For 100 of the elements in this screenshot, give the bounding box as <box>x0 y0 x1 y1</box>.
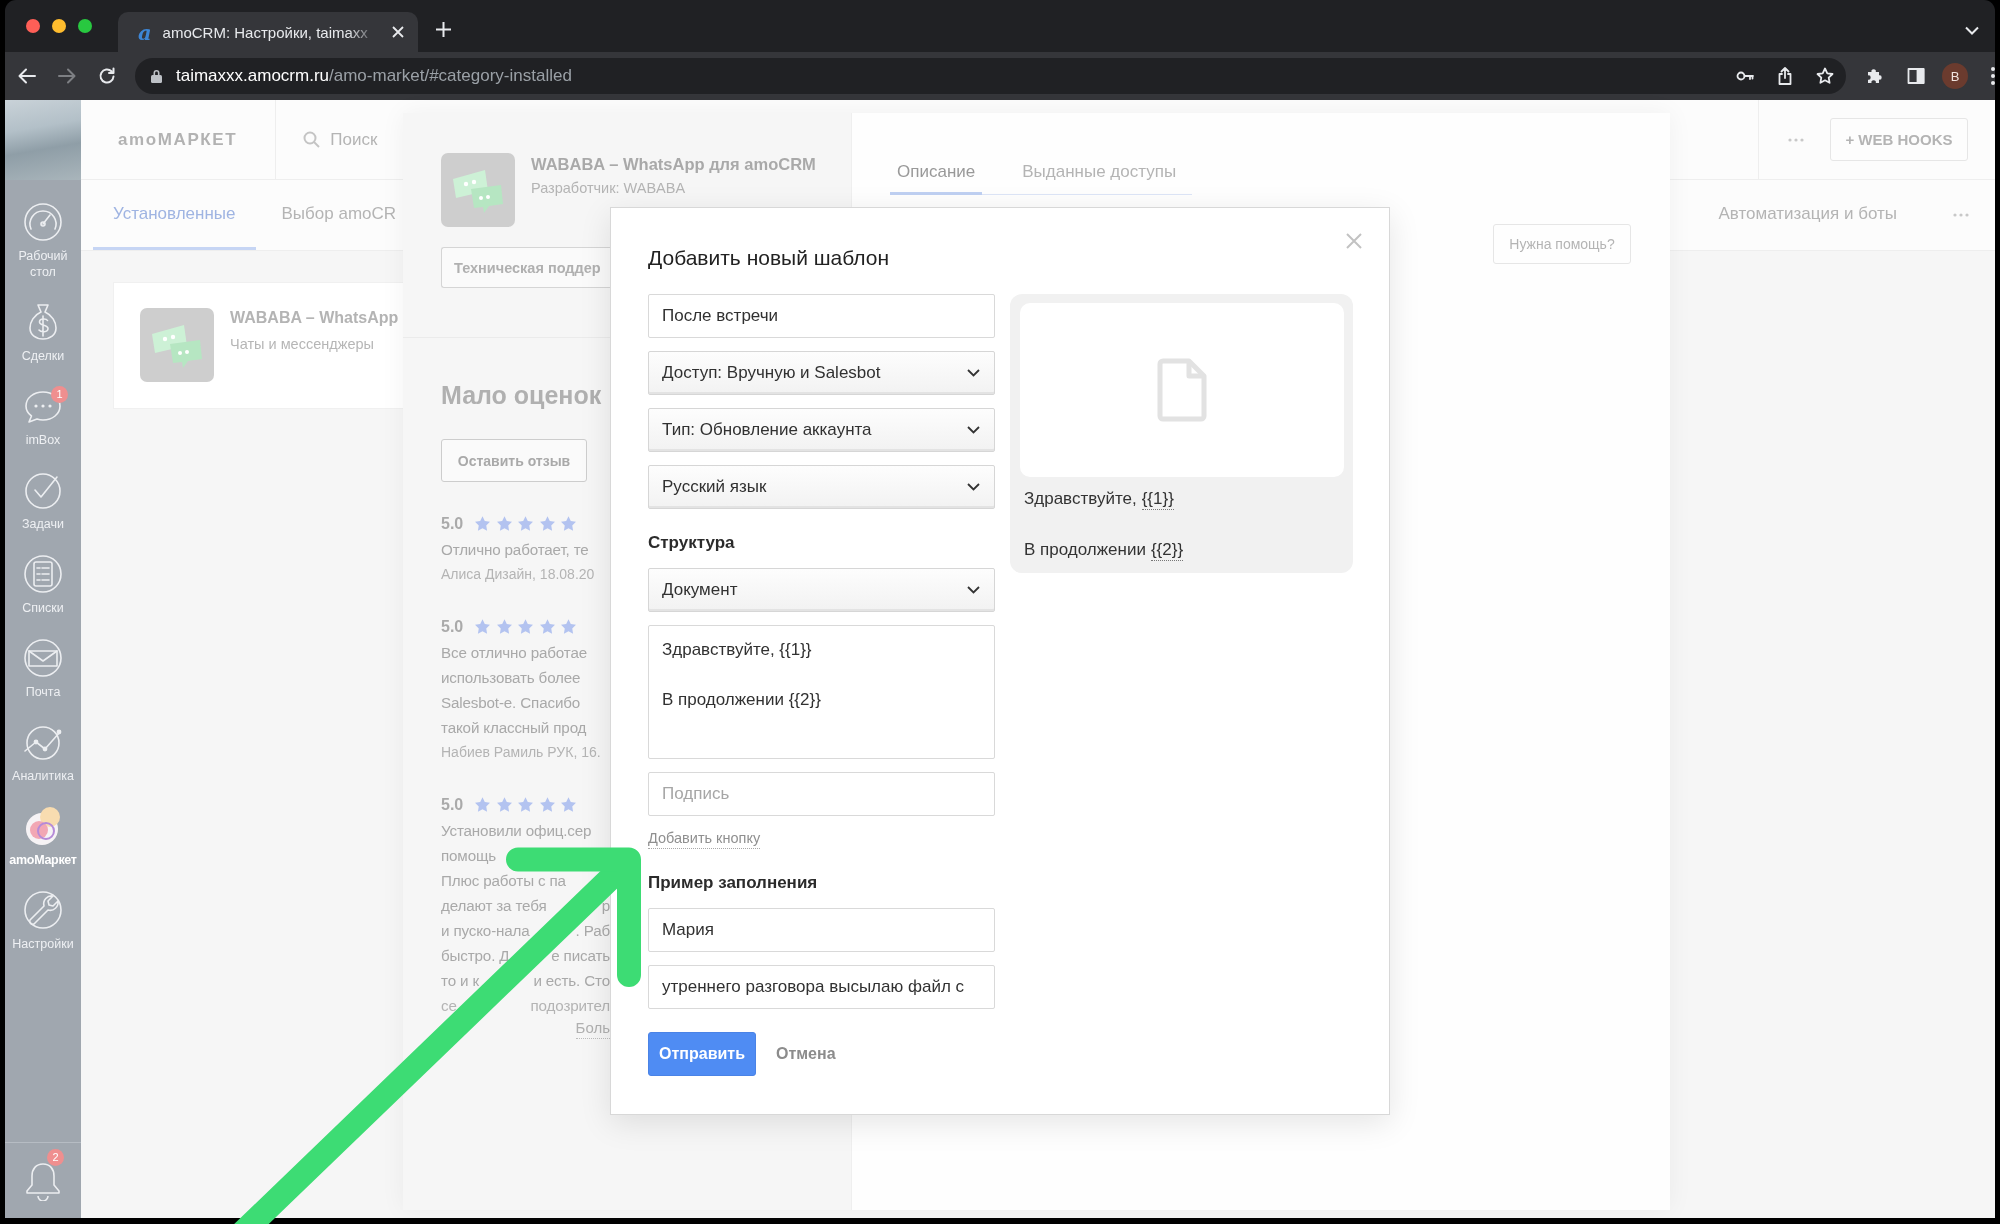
category-tab[interactable]: Установленные <box>93 180 256 250</box>
notification-badge: 2 <box>47 1148 64 1166</box>
window-minimize-icon[interactable] <box>52 19 66 33</box>
blob-circle-icon <box>23 806 63 846</box>
panel-tab[interactable]: Описание <box>890 162 983 195</box>
sidebar-item[interactable]: amoМаркет <box>5 806 81 868</box>
review-author: Алиса Дизайн, 18.08.20 <box>441 565 595 584</box>
tab-favicon: a <box>138 21 152 43</box>
chevron-down-icon <box>967 483 980 491</box>
dropdown[interactable]: Документ <box>648 568 995 612</box>
plus-icon[interactable] <box>436 22 451 37</box>
section-heading: Структура <box>648 532 735 554</box>
variable-tag: {{2}} <box>1150 540 1184 561</box>
envelope-icon <box>23 638 63 678</box>
rating-score: 5.0 <box>441 514 464 533</box>
review-text: и есть. Сто <box>533 971 610 991</box>
preview-text: В продолжении <box>1024 539 1146 561</box>
sidebar-item[interactable]: Почта <box>5 638 81 700</box>
sidebar-item[interactable]: Задачи <box>5 470 81 532</box>
webhooks-button[interactable]: + WEB HOOKS <box>1830 118 1968 161</box>
star-icon[interactable] <box>1816 67 1834 85</box>
star-icon <box>474 796 492 813</box>
dropdown[interactable]: Тип: Обновление аккаунта <box>648 408 995 452</box>
side-panel-icon[interactable] <box>1907 67 1925 85</box>
back-icon[interactable] <box>18 67 36 85</box>
dropdown[interactable]: Доступ: Вручную и Salesbot <box>648 351 995 395</box>
notification-badge: 1 <box>51 386 68 403</box>
category-tab[interactable]: Выбор amoCR <box>261 180 397 250</box>
search-icon <box>303 131 321 148</box>
rating-score: 5.0 <box>441 795 464 814</box>
share-icon[interactable] <box>1776 67 1794 85</box>
app-title: WABABA – WhatsApp для amoCRM <box>531 154 816 175</box>
dropdown[interactable]: Русский язык <box>648 465 995 509</box>
sidebar-item[interactable]: 1 imBox <box>5 386 81 448</box>
puzzle-icon[interactable] <box>1866 67 1884 85</box>
star-icon <box>560 515 578 532</box>
review-text: использовать более <box>441 668 581 688</box>
review-text: подозрител <box>530 996 610 1016</box>
chevron-down-icon <box>967 426 980 434</box>
menu-icon[interactable] <box>1991 67 1995 85</box>
sidebar-item[interactable]: Аналитика <box>5 722 81 784</box>
text-input[interactable]: После встречи <box>648 294 995 338</box>
star-icon <box>517 618 535 635</box>
sidebar-item[interactable]: Настройки <box>5 890 81 952</box>
support-button[interactable]: Техническая поддер <box>441 247 612 288</box>
star-icon <box>517 515 535 532</box>
star-icon <box>474 515 492 532</box>
address-bar[interactable]: taimaxxx.amocrm.ru/amo-market/#category-installed <box>135 58 1846 94</box>
file-icon <box>1157 358 1207 422</box>
review-button[interactable]: Оставить отзыв <box>441 439 587 482</box>
app-card[interactable]: WABABA – WhatsApp Чаты и мессенджеры <box>113 282 403 409</box>
wrench-icon <box>23 890 63 930</box>
chevron-down-icon[interactable] <box>1965 25 1979 35</box>
sidebar-item[interactable]: Рабочий стол <box>5 202 81 280</box>
review-text: то и к <box>441 971 479 991</box>
star-icon <box>538 515 556 532</box>
star-icon <box>495 796 513 813</box>
sidebar-item[interactable]: Сделки <box>5 302 81 364</box>
star-icon <box>474 618 492 635</box>
review-text: се <box>441 996 457 1016</box>
text-input[interactable]: Мария <box>648 908 995 952</box>
reload-icon[interactable] <box>98 67 116 85</box>
chevron-down-icon <box>967 586 980 594</box>
add-button-link[interactable]: Добавить кнопку <box>648 829 761 849</box>
star-icon <box>495 515 513 532</box>
text-input[interactable]: утреннего разговора высылаю файл с <box>648 965 995 1009</box>
forward-icon[interactable] <box>58 67 76 85</box>
review-text: и пуско-нала <box>441 921 530 941</box>
variable-tag: {{1}} <box>1141 489 1174 510</box>
chevron-down-icon <box>967 369 980 377</box>
window-close-icon[interactable] <box>26 19 40 33</box>
category-tab[interactable]: Автоматизация и боты <box>1698 180 1917 250</box>
help-button[interactable]: Нужна помощь? <box>1493 224 1631 264</box>
app-logo: amoМАРКЕТ <box>118 129 238 150</box>
sidebar-item[interactable]: Списки <box>5 554 81 616</box>
window-maximize-icon[interactable] <box>78 19 92 33</box>
lock-icon <box>151 69 162 83</box>
panel-tab[interactable]: Выданные доступы <box>1015 162 1184 195</box>
review-text: Salesbot-е. Спасибо <box>441 693 581 713</box>
review-text: Все отлично работае <box>441 643 587 663</box>
rating-heading: Мало оценок <box>441 380 602 411</box>
dialog-title: Добавить новый шаблон <box>648 245 890 271</box>
review-text: Установили офиц.сер <box>441 821 592 841</box>
tab-title: amoCRM: Настройки, taimaxx <box>162 23 368 41</box>
review-text: . Раб <box>575 921 610 941</box>
review-text: делают за тебя <box>441 896 547 916</box>
message-textarea[interactable]: Здравствуйте, {{1}} В продолжении {{2}} <box>648 625 995 759</box>
url-text: taimaxxx.amocrm.ru/amo-market/#category-installed <box>176 66 572 86</box>
submit-button[interactable]: Отправить <box>648 1032 756 1076</box>
developer-text: Разработчик: WABABA <box>531 179 686 198</box>
browser-tab[interactable]: a amoCRM: Настройки, taimaxx <box>118 12 418 52</box>
review-text: Отлично работает, те <box>441 540 589 560</box>
cancel-button[interactable]: Отмена <box>776 1045 836 1063</box>
search-field[interactable]: Поиск <box>303 129 378 150</box>
profile-avatar[interactable]: B <box>1942 63 1968 89</box>
text-input[interactable]: Подпись <box>648 772 995 816</box>
speedometer-icon <box>23 202 63 242</box>
review-text: р <box>601 896 610 916</box>
list-icon <box>23 554 63 594</box>
star-icon <box>560 618 578 635</box>
